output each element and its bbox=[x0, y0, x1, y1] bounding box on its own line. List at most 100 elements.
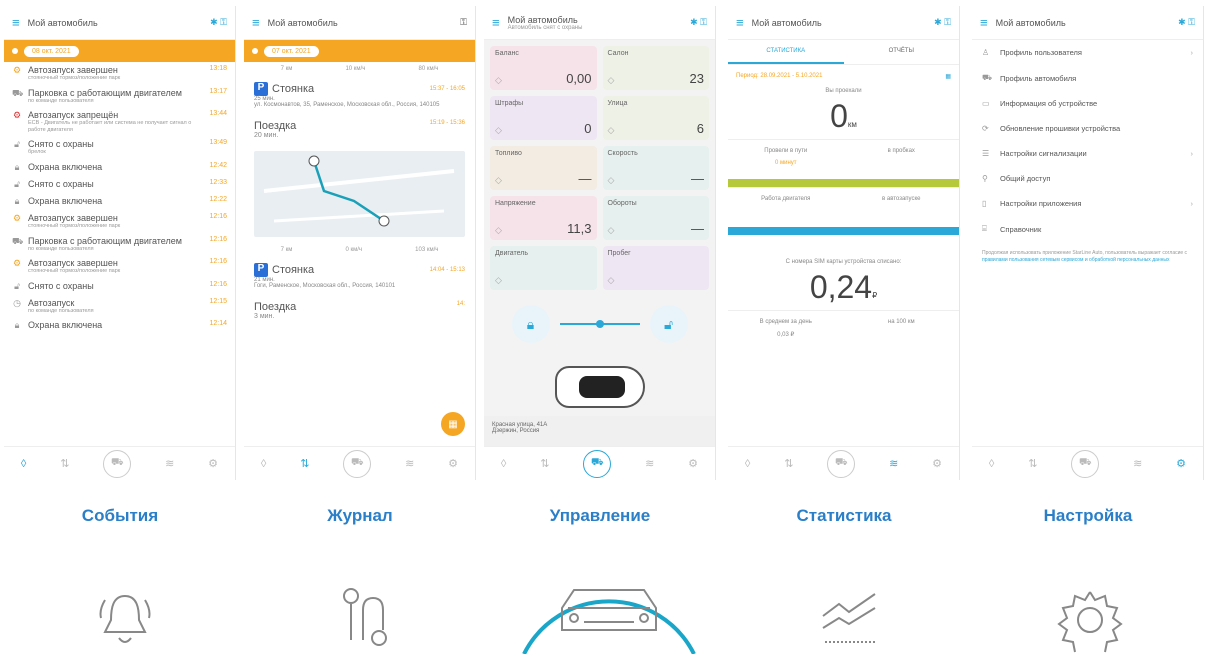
car-view[interactable] bbox=[484, 352, 715, 422]
tile-0[interactable]: Баланс ◇ 0,00 bbox=[490, 46, 597, 90]
route-icon[interactable]: ⇅ bbox=[300, 457, 309, 470]
chart-icon[interactable]: ≋ bbox=[889, 457, 898, 470]
event-time: 13:44 bbox=[209, 110, 227, 118]
event-item[interactable]: 🔒︎ Охрана включена 12:42 bbox=[4, 159, 235, 176]
event-item[interactable]: 🔓︎ Снято с охраны брелок 13:49 bbox=[4, 136, 235, 159]
car-tab-icon[interactable]: ⛟ bbox=[583, 449, 612, 478]
settings-item[interactable]: ♙ Профиль пользователя › bbox=[972, 40, 1203, 65]
car-tab-icon[interactable]: ⛟ bbox=[1071, 449, 1100, 478]
bluetooth-icon[interactable]: ✱ ⚿ bbox=[690, 17, 707, 28]
tile-3[interactable]: Улица ◇ 6 bbox=[602, 96, 709, 140]
trip-entry[interactable]: Поездка 14: 3 мин. bbox=[244, 295, 475, 326]
parked-label: в пробках bbox=[887, 148, 915, 154]
slider-track[interactable] bbox=[559, 320, 640, 328]
chart-icon[interactable]: ≋ bbox=[645, 457, 654, 470]
lock-icon[interactable]: 🔒︎ bbox=[511, 305, 550, 343]
settings-item[interactable]: ⛟ Профиль автомобиля bbox=[972, 65, 1203, 91]
tile-value: — bbox=[691, 221, 704, 236]
settings-item[interactable]: ⟳ Обновление прошивки устройства bbox=[972, 116, 1203, 141]
settings-item[interactable]: ▭ Информация об устройстве bbox=[972, 91, 1203, 116]
lock-slider[interactable]: 🔒︎ 🔓︎ bbox=[484, 304, 715, 344]
bluetooth-icon[interactable]: ✱ ⚿ bbox=[210, 17, 227, 28]
parking-time: 15:37 - 16:05 bbox=[429, 86, 465, 92]
date-bar: 07 окт. 2021 bbox=[244, 40, 475, 62]
event-item[interactable]: ◷ Автозапуск по команде пользователя 12:… bbox=[4, 295, 235, 318]
lock-icon: 🔒︎ bbox=[14, 195, 20, 206]
trip-title: Поездка bbox=[254, 301, 297, 313]
label-control: Управление bbox=[549, 506, 651, 525]
calendar-icon[interactable]: ▦ bbox=[945, 73, 951, 80]
tile-6[interactable]: Напряжение ◇ 11,3 bbox=[490, 196, 597, 240]
parking-entry[interactable]: P Стоянка 14:04 - 15:13 21 мин. Гоги, Раме… bbox=[244, 257, 475, 295]
gear-icon[interactable]: ⚙ bbox=[932, 457, 942, 470]
lock-open-icon[interactable]: 🔓︎ bbox=[649, 305, 688, 343]
trip-entry[interactable]: Поездка 15:19 - 15:36 20 мин. bbox=[244, 114, 475, 145]
gear-icon[interactable]: ⚙ bbox=[448, 457, 458, 470]
menu-icon[interactable]: ≡ bbox=[252, 16, 260, 29]
update-icon: ⟳ bbox=[982, 124, 989, 133]
chart-icon[interactable]: ≋ bbox=[165, 457, 174, 470]
settings-item[interactable]: ⌸ Справочник bbox=[972, 216, 1203, 242]
calendar-fab-icon[interactable]: ▦ bbox=[441, 412, 465, 436]
event-item[interactable]: 🔒︎ Охрана включена 12:14 bbox=[4, 317, 235, 334]
tile-5[interactable]: Скорость ◇ — bbox=[602, 146, 709, 190]
bluetooth-icon[interactable]: ✱ ⚿ bbox=[1178, 17, 1195, 28]
settings-item[interactable]: ☰ Настройки сигнализации › bbox=[972, 141, 1203, 166]
tile-label: Скорость bbox=[607, 150, 638, 157]
parking-entry[interactable]: P Стоянка 15:37 - 16:05 25 мин. ул. Космон… bbox=[244, 76, 475, 114]
event-item[interactable]: 🔓︎ Снято с охраны 12:33 bbox=[4, 176, 235, 193]
location-bar[interactable]: Красная улица, 41А Дзержин, Россия bbox=[484, 416, 715, 446]
bell-icon[interactable]: ◊ bbox=[261, 458, 266, 470]
date-pill[interactable]: 08 окт. 2021 bbox=[24, 45, 79, 57]
event-item[interactable]: 🔓︎ Снято с охраны 12:16 bbox=[4, 278, 235, 295]
event-item[interactable]: 🔒︎ Охрана включена 12:22 bbox=[4, 193, 235, 210]
car-tab-icon[interactable]: ⛟ bbox=[103, 449, 132, 478]
car-tab-icon[interactable]: ⛟ bbox=[343, 449, 372, 478]
event-item[interactable]: ⚙ Автозапуск завершен стояночный тормоз/… bbox=[4, 62, 235, 85]
tile-9[interactable]: Пробег ◇ bbox=[602, 246, 709, 290]
event-item[interactable]: ⚙ Автозапуск запрещён ECB - Двигатель не… bbox=[4, 107, 235, 136]
settings-screen: ≡ Мой автомобиль ✱ ⚿ ♙ Профиль пользоват… bbox=[972, 6, 1204, 480]
chart-icon[interactable]: ≋ bbox=[405, 457, 414, 470]
menu-icon[interactable]: ≡ bbox=[12, 16, 20, 29]
event-item[interactable]: ⚙ Автозапуск завершен стояночный тормоз/… bbox=[4, 210, 235, 233]
tile-8[interactable]: Двигатель ◇ bbox=[490, 246, 597, 290]
settings-item[interactable]: ⚲ Общий доступ bbox=[972, 166, 1203, 191]
event-item[interactable]: ⛟ Парковка с работающим двигателем по ко… bbox=[4, 85, 235, 108]
chart-icon[interactable]: ≋ bbox=[1133, 457, 1142, 470]
tile-2[interactable]: Штрафы ◇ 0 bbox=[490, 96, 597, 140]
bell-icon[interactable]: ◊ bbox=[21, 458, 26, 470]
gear-icon[interactable]: ⚙ bbox=[1176, 457, 1186, 470]
period-row[interactable]: Период: 28.09.2021 - 5.10.2021 ▦ bbox=[728, 65, 959, 88]
menu-icon[interactable]: ≡ bbox=[980, 16, 988, 29]
trip-map[interactable] bbox=[254, 151, 465, 237]
route-icon[interactable]: ⇅ bbox=[784, 457, 793, 470]
route-icon[interactable]: ⇅ bbox=[540, 457, 549, 470]
event-item[interactable]: ⚙ Автозапуск завершен стояночный тормоз/… bbox=[4, 255, 235, 278]
menu-icon[interactable]: ≡ bbox=[736, 16, 744, 29]
bell-icon[interactable]: ◊ bbox=[989, 458, 994, 470]
tab-statistics[interactable]: СТАТИСТИКА bbox=[728, 40, 844, 64]
app-header: ≡ Мой автомобиль Автомобиль снят с охраны… bbox=[484, 6, 715, 40]
gear-icon[interactable]: ⚙ bbox=[208, 457, 218, 470]
tile-1[interactable]: Салон ◇ 23 bbox=[602, 46, 709, 90]
menu-icon[interactable]: ≡ bbox=[492, 16, 500, 29]
bell-icon[interactable]: ◊ bbox=[501, 458, 506, 470]
chart-icon bbox=[822, 593, 876, 643]
route-icon[interactable]: ⇅ bbox=[1028, 457, 1037, 470]
slider-knob[interactable] bbox=[595, 320, 604, 328]
lock-open-icon[interactable]: ⚿ bbox=[460, 17, 467, 28]
terms-link[interactable]: правилами пользования сетевым сервисом и… bbox=[982, 257, 1170, 263]
gear-icon[interactable]: ⚙ bbox=[688, 457, 698, 470]
settings-item[interactable]: ▯ Настройки приложения › bbox=[972, 191, 1203, 216]
tab-reports[interactable]: ОТЧЁТЫ bbox=[844, 40, 960, 64]
bluetooth-icon[interactable]: ✱ ⚿ bbox=[934, 17, 951, 28]
tile-7[interactable]: Обороты ◇ — bbox=[602, 196, 709, 240]
date-pill[interactable]: 07 окт. 2021 bbox=[264, 45, 319, 57]
event-item[interactable]: ⛟ Парковка с работающим двигателем по ко… bbox=[4, 233, 235, 256]
car-tab-icon[interactable]: ⛟ bbox=[827, 449, 856, 478]
tile-4[interactable]: Топливо ◇ — bbox=[490, 146, 597, 190]
bell-icon[interactable]: ◊ bbox=[745, 458, 750, 470]
route-icon[interactable]: ⇅ bbox=[60, 457, 69, 470]
parking-address: ул. Космонавтов, 35, Раменское, Московск… bbox=[254, 102, 440, 108]
